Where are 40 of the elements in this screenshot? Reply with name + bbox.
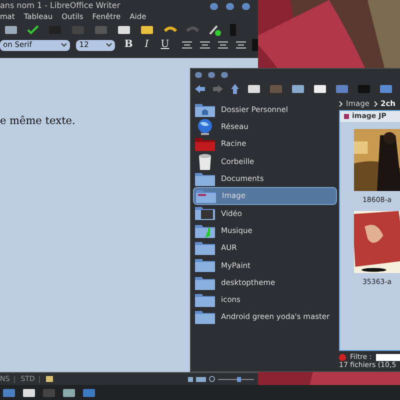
folder-icon xyxy=(195,258,215,272)
globe-icon xyxy=(195,118,215,135)
view-single-icon[interactable] xyxy=(188,376,193,382)
bold-button[interactable]: B xyxy=(121,40,136,50)
close-button[interactable] xyxy=(195,72,202,78)
root-folder-icon xyxy=(195,137,215,152)
minimize-button[interactable] xyxy=(208,72,215,78)
draw-icon[interactable] xyxy=(209,24,221,36)
align-icon[interactable] xyxy=(218,41,228,49)
align-icon[interactable] xyxy=(236,41,246,49)
folder-icon xyxy=(195,276,215,290)
maximize-button[interactable] xyxy=(226,2,234,10)
toolbar-grip[interactable] xyxy=(252,39,258,51)
document-text: e même texte. xyxy=(0,116,76,126)
chevron-down-icon[interactable] xyxy=(61,43,68,47)
minimize-button[interactable] xyxy=(210,2,218,10)
back-arrow-icon[interactable] xyxy=(195,85,205,93)
home-folder-icon xyxy=(195,102,215,117)
close-button[interactable] xyxy=(242,2,250,10)
zoom-out-icon[interactable] xyxy=(209,376,215,382)
folder-icon xyxy=(195,241,215,256)
undo-icon[interactable] xyxy=(163,25,177,35)
chevron-down-icon[interactable] xyxy=(106,43,112,47)
view-double-icon[interactable] xyxy=(196,376,206,382)
check-icon[interactable] xyxy=(27,25,39,35)
align-icon[interactable] xyxy=(200,41,210,49)
underline-button[interactable]: U xyxy=(158,40,172,50)
image-folder-icon xyxy=(196,189,216,204)
window-title: ans nom 1 - LibreOffice Writer xyxy=(0,2,120,10)
italic-button[interactable]: I xyxy=(142,40,152,50)
maximize-button[interactable] xyxy=(221,72,228,78)
toolbar-grip[interactable] xyxy=(230,24,236,36)
folder-icon xyxy=(195,172,215,186)
music-folder-icon xyxy=(195,224,215,238)
align-icon[interactable] xyxy=(182,41,192,49)
film-folder-icon xyxy=(195,206,215,220)
folder-icon xyxy=(195,310,215,324)
up-arrow-icon[interactable] xyxy=(231,84,239,94)
folder-icon xyxy=(195,292,215,307)
save-status-icon xyxy=(46,376,53,382)
